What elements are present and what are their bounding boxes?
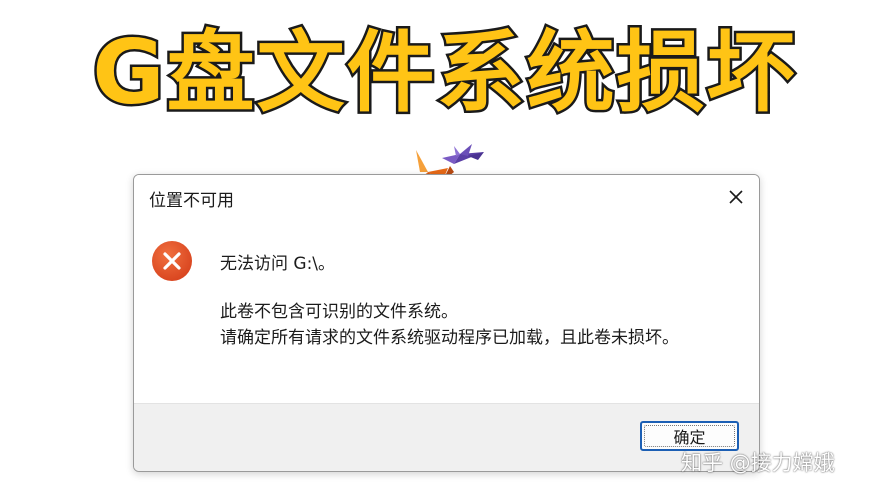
dialog-content: 无法访问 G:\。 此卷不包含可识别的文件系统。 请确定所有请求的文件系统驱动程… bbox=[134, 219, 759, 403]
dialog-title: 位置不可用 bbox=[149, 191, 234, 211]
ok-button-label: 确定 bbox=[673, 428, 706, 447]
zhihu-watermark: 知乎 @接力嫦娥 bbox=[681, 451, 835, 475]
location-unavailable-dialog: 位置不可用 无法访问 G:\。 此卷不包含可识别的文件系统。 请确定所有请求的文… bbox=[133, 174, 760, 472]
error-detail-line-2: 请确定所有请求的文件系统驱动程序已加载，且此卷未损坏。 bbox=[220, 328, 679, 348]
dialog-titlebar: 位置不可用 bbox=[134, 175, 759, 219]
dialog-footer: 确定 bbox=[134, 403, 759, 471]
error-detail-line-1: 此卷不包含可识别的文件系统。 bbox=[220, 302, 458, 322]
error-icon bbox=[152, 241, 192, 281]
close-icon bbox=[729, 190, 743, 204]
close-button[interactable] bbox=[719, 181, 753, 213]
error-main-message: 无法访问 G:\。 bbox=[220, 254, 336, 274]
headline-title: G盘文件系统损坏 bbox=[90, 19, 797, 127]
